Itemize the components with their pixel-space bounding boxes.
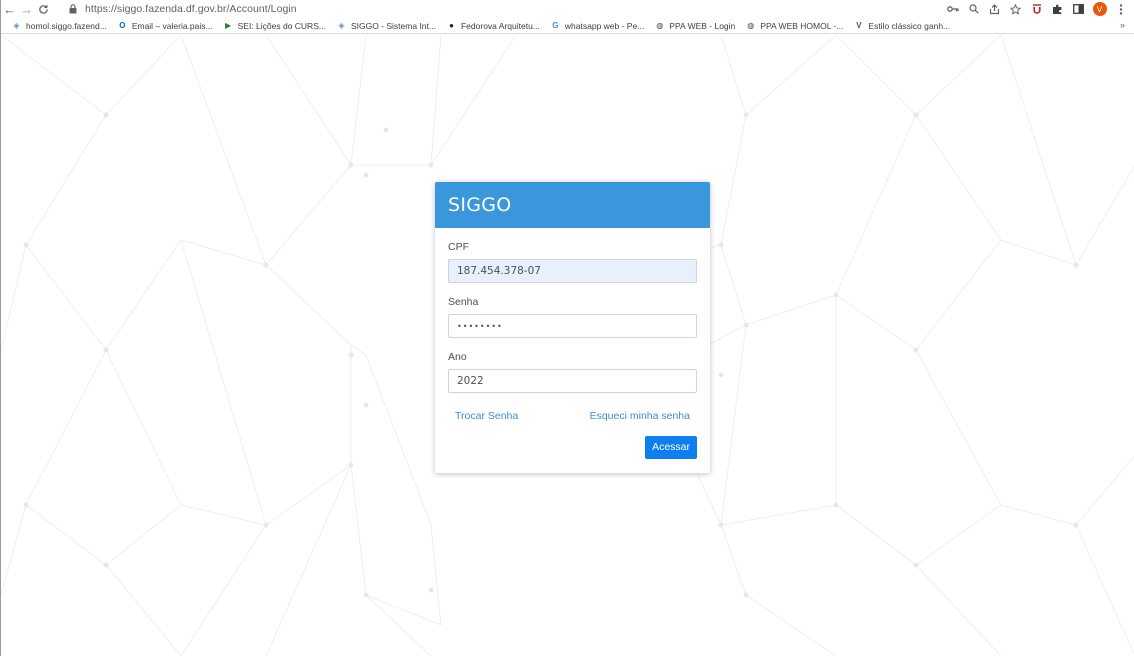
toolbar-actions: V <box>942 0 1131 18</box>
extensions-puzzle-icon[interactable] <box>1047 0 1068 18</box>
star-icon[interactable] <box>1005 0 1026 18</box>
login-title: SIGGO <box>448 194 512 216</box>
login-card-header: SIGGO <box>435 182 710 228</box>
bookmark-item[interactable]: ● Fedorova Arquitetu... <box>446 20 540 31</box>
bookmark-label: SIGGO - Sistema Int... <box>350 20 436 31</box>
esqueci-senha-link[interactable]: Esqueci minha senha <box>590 410 690 422</box>
senha-input[interactable]: •••••••• <box>448 314 697 338</box>
login-card: SIGGO CPF 187.454.378-07 Senha •••••••• … <box>435 182 710 473</box>
reload-icon[interactable] <box>35 0 52 18</box>
browser-toolbar: ← → https://siggo.fazenda.df.gov.br/Acco… <box>1 0 1134 18</box>
bookmark-label: Estilo clássico ganh... <box>868 20 951 31</box>
bookmark-item[interactable]: Gwhatsapp web - Pe... <box>550 20 644 31</box>
bookmark-label: whatsapp web - Pe... <box>564 20 645 31</box>
siggo-icon: ◈ <box>338 21 345 30</box>
bookmark-label: PPA WEB - Login <box>669 20 736 31</box>
google-icon: G <box>552 21 559 30</box>
bookmark-item[interactable]: ◈ homol.siggo.fazend... <box>11 20 107 31</box>
cpf-input[interactable]: 187.454.378-07 <box>448 259 697 283</box>
fedorova-icon: ● <box>449 21 454 30</box>
share-icon[interactable] <box>984 0 1005 18</box>
bookmark-label: Fedorova Arquitetu... <box>460 20 540 31</box>
globe-icon: ◍ <box>747 21 755 30</box>
bookmark-label: Email – valeria.pais... <box>131 20 213 31</box>
more-menu-icon[interactable] <box>1110 0 1131 18</box>
outlook-icon: O <box>119 21 126 30</box>
trocar-senha-link[interactable]: Trocar Senha <box>455 410 518 422</box>
browser-window: ← → https://siggo.fazenda.df.gov.br/Acco… <box>0 0 1134 656</box>
bookmark-item[interactable]: V Estilo clássico ganh... <box>853 20 950 31</box>
login-page: SIGGO CPF 187.454.378-07 Senha •••••••• … <box>1 35 1134 656</box>
bookmark-item[interactable]: ◍ PPA WEB HOMOL -... <box>745 20 843 31</box>
senha-label: Senha <box>448 296 479 308</box>
acessar-button[interactable]: Acessar <box>645 436 697 459</box>
lock-icon[interactable] <box>67 3 79 15</box>
button-row: Acessar <box>448 436 697 459</box>
bookmark-item[interactable]: ◈ SIGGO - Sistema Int... <box>336 20 436 31</box>
bookmark-label: SEI: Lições do CURS... <box>237 20 326 31</box>
forward-arrow-icon[interactable]: → <box>18 0 35 18</box>
side-panel-icon[interactable] <box>1068 0 1089 18</box>
bookmark-item[interactable]: O Email – valeria.pais... <box>117 20 213 31</box>
profile-avatar[interactable]: V <box>1089 0 1110 18</box>
ano-input[interactable]: 2022 <box>448 369 697 393</box>
key-icon[interactable] <box>942 0 963 18</box>
sei-icon: ▶ <box>225 21 232 30</box>
ano-label: Ano <box>448 351 467 363</box>
login-form: CPF 187.454.378-07 Senha •••••••• Ano 20… <box>435 228 710 459</box>
login-links: Trocar Senha Esqueci minha senha <box>448 406 697 422</box>
bookmark-item[interactable]: ▶ SEI: Lições do CURS... <box>223 20 326 31</box>
bookmarks-overflow-button[interactable]: » <box>1120 20 1125 30</box>
vogue-icon: V <box>856 21 862 30</box>
url-text: https://siggo.fazenda.df.gov.br/Account/… <box>85 3 297 15</box>
bookmark-label: PPA WEB HOMOL -... <box>760 20 844 31</box>
back-arrow-icon[interactable]: ← <box>1 0 18 18</box>
cpf-label: CPF <box>448 241 469 253</box>
bookmarks-bar: ◈ homol.siggo.fazend... O Email – valeria.p… <box>1 18 1134 34</box>
ublock-extension-icon[interactable] <box>1026 0 1047 18</box>
bookmark-label: homol.siggo.fazend... <box>26 20 107 31</box>
siggo-icon: ◈ <box>13 21 20 30</box>
bookmark-item[interactable]: ◍ PPA WEB - Login <box>654 20 735 31</box>
zoom-icon[interactable] <box>963 0 984 18</box>
globe-icon: ◍ <box>656 21 664 30</box>
